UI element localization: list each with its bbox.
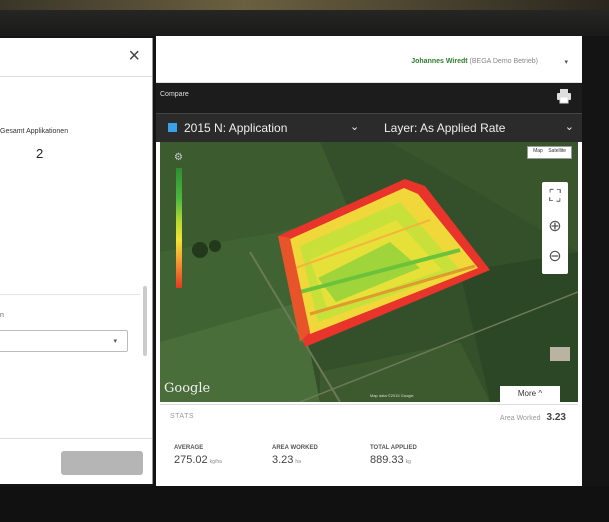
printer-icon[interactable]: [556, 88, 572, 104]
satellite-map: [160, 142, 578, 402]
chevron-down-icon[interactable]: ⌄: [565, 120, 574, 133]
close-icon[interactable]: ×: [128, 46, 140, 66]
area-worked-summary-label: Area Worked: [499, 415, 541, 422]
dataset-color-icon: [168, 123, 177, 132]
stat-label: TOTAL APPLIED: [370, 445, 417, 451]
zoom-out-icon[interactable]: ⊖: [542, 242, 568, 272]
field-label: n: [0, 312, 4, 319]
modal-header: ×: [0, 38, 152, 77]
stat-value: 275.02: [174, 454, 208, 466]
user-bar: Johannes Wiredt (BEGA Demo Betrieb) ▾: [156, 36, 582, 83]
gear-icon[interactable]: ⚙: [174, 152, 183, 163]
application-select[interactable]: 2015 N: Application: [184, 121, 287, 135]
map-type-satellite[interactable]: Satellite: [546, 148, 568, 154]
modal-footer: [0, 438, 152, 439]
stat-average: AVERAGE 275.02 kg/ha: [174, 445, 222, 466]
details-modal: × Gesamt Applikationen 2 n ▾: [0, 38, 153, 484]
rate-legend: [176, 168, 182, 288]
total-applications-value: 2: [36, 146, 44, 161]
user-account[interactable]: Johannes Wiredt (BEGA Demo Betrieb): [411, 58, 538, 65]
more-button[interactable]: More ^: [500, 386, 560, 402]
chevron-down-icon: ▾: [113, 338, 117, 345]
stat-area-worked: AREA WORKED 3.23 ha: [272, 445, 318, 466]
chevron-down-icon[interactable]: ⌄: [350, 120, 359, 133]
stat-label: AREA WORKED: [272, 445, 318, 451]
stats-panel: STATS Area Worked 3.23 AVERAGE 275.02 kg/…: [160, 404, 578, 487]
modal-divider: [0, 294, 140, 295]
area-worked-summary: Area Worked 3.23: [500, 412, 566, 423]
modal-action-button[interactable]: [61, 451, 143, 475]
stat-value: 3.23: [272, 454, 294, 466]
stat-value: 889.33: [370, 454, 404, 466]
map-view[interactable]: Map Satellite ⚙ ⛶ ⊕ ⊖ Google Map data ©2…: [160, 142, 578, 402]
fullscreen-icon[interactable]: ⛶: [542, 182, 568, 212]
chevron-down-icon[interactable]: ▾: [564, 58, 568, 66]
zoom-controls: ⛶ ⊕ ⊖: [542, 182, 568, 274]
map-type-map[interactable]: Map: [531, 148, 545, 154]
google-logo: Google: [164, 381, 211, 396]
modal-scrollbar[interactable]: [143, 286, 147, 356]
modal-select[interactable]: ▾: [0, 330, 128, 352]
user-org: (BEGA Demo Betrieb): [469, 58, 538, 65]
user-name: Johannes Wiredt: [411, 58, 468, 65]
stat-label: AVERAGE: [174, 445, 204, 451]
compare-link[interactable]: Compare: [160, 91, 189, 98]
compare-bar: Compare: [156, 83, 582, 113]
stats-title: STATS: [170, 413, 195, 420]
total-applications-label: Gesamt Applikationen: [0, 128, 69, 135]
background-strip: [0, 0, 609, 10]
layer-select[interactable]: Layer: As Applied Rate: [384, 121, 505, 135]
map-type-toggle[interactable]: Map Satellite: [527, 146, 572, 159]
area-worked-summary-value: 3.23: [546, 412, 566, 423]
zoom-in-icon[interactable]: ⊕: [542, 212, 568, 242]
stat-unit: ha: [295, 459, 301, 465]
stat-unit: kg: [405, 459, 411, 465]
stat-total-applied: TOTAL APPLIED 889.33 kg: [370, 445, 417, 466]
app-window: Johannes Wiredt (BEGA Demo Betrieb) ▾ Co…: [156, 36, 582, 487]
application-bar: 2015 N: Application ⌄ Layer: As Applied …: [156, 113, 582, 142]
stat-unit: kg/ha: [209, 459, 222, 465]
map-credits: Map data ©2015 Google: [370, 393, 414, 398]
device-bezel-bottom: [0, 486, 609, 522]
